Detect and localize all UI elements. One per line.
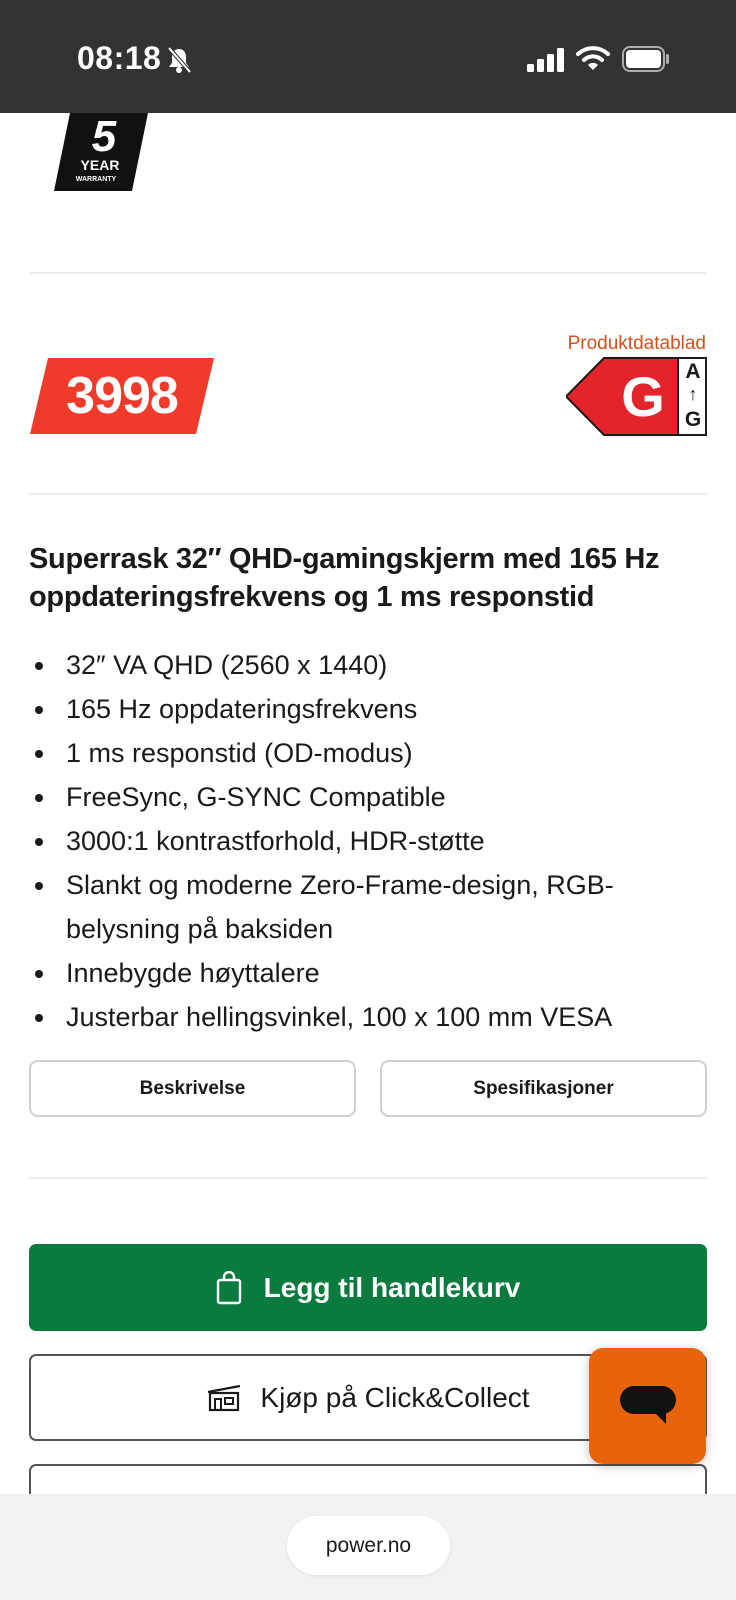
click-collect-label: Kjøp på Click&Collect [260, 1381, 530, 1413]
energy-label[interactable]: G A ↑ G [566, 357, 707, 436]
feature-item: 165 Hz oppdateringsfrekvens [29, 687, 709, 731]
warranty-badge-logo: 5 YEAR WARRANTY [54, 113, 148, 191]
svg-text:YEAR: YEAR [81, 157, 120, 173]
energy-class: G [621, 365, 665, 428]
feature-item: Justerbar hellingsvinkel, 100 x 100 mm V… [29, 995, 709, 1039]
energy-scale-bottom: G [684, 408, 702, 431]
signal-icon [527, 48, 564, 72]
feature-item: Innebygde høyttalere [29, 951, 709, 995]
address-url: power.no [325, 1533, 412, 1557]
shopping-bag-icon [216, 1270, 241, 1304]
feature-item: 32″ VA QHD (2560 x 1440) [29, 643, 709, 687]
feature-list: 32″ VA QHD (2560 x 1440) 165 Hz oppdater… [29, 643, 709, 1039]
product-title: Superrask 32″ QHD-gamingskjerm med 165 H… [29, 543, 660, 613]
status-bar: 08:18 [0, 0, 736, 113]
svg-text:WARRANTY: WARRANTY [76, 176, 117, 183]
divider [29, 1177, 707, 1179]
feature-item: 3000:1 kontrastforhold, HDR-støtte [29, 819, 709, 863]
status-time: 08:18 [77, 40, 162, 76]
arrow-up-icon: ↑ [688, 384, 698, 404]
add-to-cart-label: Legg til handlekurv [263, 1271, 521, 1303]
wifi-icon [576, 46, 610, 70]
specifications-button[interactable]: Spesifikasjoner [380, 1060, 707, 1117]
product-datasheet-link[interactable]: Produktdatablad [568, 333, 706, 355]
energy-scale-top: A [685, 360, 701, 383]
svg-text:5: 5 [92, 113, 117, 161]
store-icon [208, 1384, 241, 1411]
divider [29, 272, 707, 274]
chat-bubble-icon [619, 1386, 676, 1424]
price-tag: 3998 [30, 358, 214, 434]
address-bar[interactable]: power.no [287, 1516, 450, 1575]
feature-item: Slankt og moderne Zero-Frame-design, RGB… [29, 863, 709, 951]
bell-muted-icon [167, 46, 192, 74]
chat-button[interactable] [589, 1348, 706, 1464]
feature-item: 1 ms responstid (OD-modus) [29, 731, 709, 775]
feature-item: FreeSync, G-SYNC Compatible [29, 775, 709, 819]
add-to-cart-button[interactable]: Legg til handlekurv [29, 1244, 707, 1331]
divider [29, 493, 707, 495]
price-value: 3998 [66, 367, 179, 425]
battery-icon [622, 46, 669, 72]
description-button[interactable]: Beskrivelse [29, 1060, 356, 1117]
